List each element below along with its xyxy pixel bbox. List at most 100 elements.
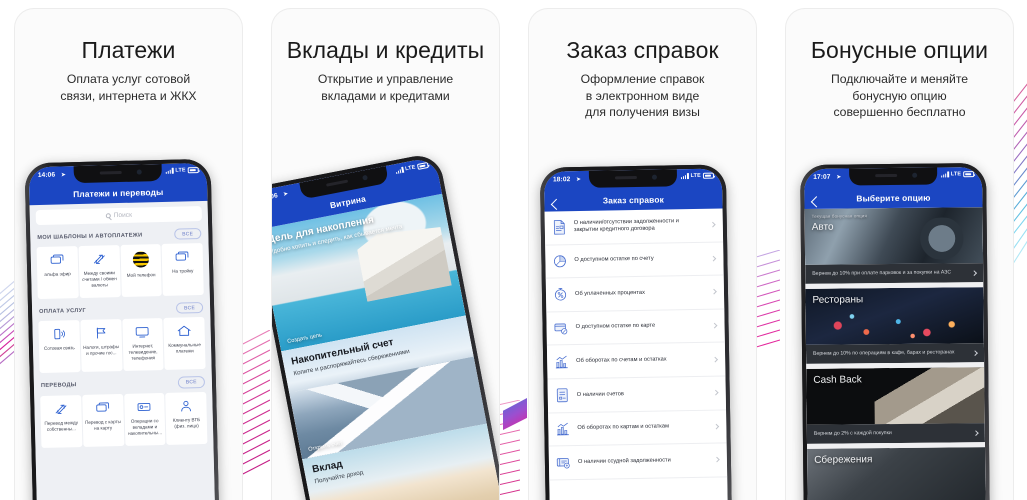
chevron-right-icon	[712, 390, 719, 396]
page-subtitle: Подключайте и меняйте бонусную опцию сов…	[830, 72, 969, 119]
page-subtitle: Оплата услуг сотовой связи, интернета и …	[60, 72, 197, 103]
search-icon	[105, 213, 111, 219]
tile-label: Сотовая связь	[43, 345, 75, 352]
status-time: 14:06	[37, 171, 56, 179]
chevron-right-icon	[711, 322, 718, 329]
cards-icon	[50, 254, 65, 267]
tile-label: Клиенту ВТБ (физ. лицо)	[172, 416, 201, 429]
tile-alfa-efir[interactable]: альфа эфир	[36, 246, 79, 300]
pie-chart-icon	[552, 253, 567, 269]
page-subtitle: Открытие и управление вкладами и кредита…	[317, 72, 454, 103]
chevron-right-icon	[972, 349, 978, 356]
bar-chart-icon	[554, 354, 569, 370]
bonus-card-title: Авто	[811, 221, 834, 233]
exchange-arrows-icon	[53, 402, 68, 415]
loan-icon	[556, 455, 571, 471]
tile-between-accounts[interactable]: Между своими счетами / обмен валюты	[78, 245, 121, 299]
cards-icon	[95, 401, 110, 414]
document-icon	[552, 219, 567, 235]
section-title: ОПЛАТА УСЛУГ	[39, 307, 87, 315]
chevron-right-icon	[711, 289, 717, 295]
carrier-label: LTE	[690, 172, 702, 180]
tile-label: Между своими счетами / обмен валюты	[82, 270, 117, 288]
tile-my-phone[interactable]: Мой телефон	[120, 244, 163, 298]
screenshot-panel-bonus-options: Бонусные опции Подключайте и меняйте бон…	[785, 8, 1014, 500]
navbar-title: Заказ справок	[602, 194, 665, 206]
page-title: Платежи	[81, 37, 176, 63]
list-item-label: О доступном остатке по карте	[575, 323, 656, 331]
list-item[interactable]: О наличии счетов	[547, 376, 727, 414]
page-title: Вклады и кредиты	[286, 37, 485, 63]
see-all-button[interactable]: ВСЕ	[177, 376, 206, 389]
battery-icon	[702, 173, 715, 179]
status-time: 18:02	[552, 175, 571, 183]
page-title: Заказ справок	[566, 37, 719, 63]
bonus-card-restaurants[interactable]: Рестораны Вернем до 10% по операциям в к…	[805, 287, 985, 364]
phone-notch	[849, 167, 938, 186]
bonus-card-desc: Вернем до 10% по операциям в кафе, барах…	[813, 349, 955, 357]
location-arrow-icon: ➤	[575, 176, 582, 184]
page-title: Бонусные опции	[810, 37, 989, 63]
bonus-card-desc: Вернем до 10% при оплате парковок и за п…	[812, 269, 952, 277]
tile-deposits[interactable]: Операции со вкладами и накопительны...	[123, 392, 166, 446]
tile-internet-tv[interactable]: Интернет, телевидение, телефония	[121, 318, 164, 372]
status-time: 17:07	[813, 173, 831, 181]
list-item-label: О доступном остатке по счету	[574, 255, 654, 264]
list-item[interactable]: Об оборотах по счетам и остатках	[546, 342, 726, 380]
list-item-label: Об оборотах по картам и остаткам	[577, 423, 670, 432]
signal-bars-icon	[165, 167, 174, 174]
phone-mockup: Заказ справок 18:02 ➤ LTE О наличии/отсу…	[539, 164, 733, 500]
tile-own-transfer[interactable]: Перевод между собственны...	[40, 394, 83, 448]
signal-bars-icon	[680, 173, 689, 180]
home-icon	[177, 325, 192, 338]
tile-card-to-card[interactable]: Перевод с карты на карту	[81, 393, 124, 447]
list-item-label: О наличии/отсутствии задолженности и зак…	[573, 218, 679, 234]
bonus-card-cashback[interactable]: Cash Back Вернем до 2% с каждой покупки	[806, 367, 985, 444]
location-arrow-icon: ➤	[282, 191, 289, 199]
card-percent-icon	[553, 320, 568, 336]
see-all-button[interactable]: ВСЕ	[175, 302, 204, 315]
certificates-list: О наличии/отсутствии задолженности и зак…	[544, 208, 729, 500]
battery-icon	[963, 171, 975, 178]
search-placeholder: Поиск	[113, 211, 133, 220]
list-item-label: О наличии счетов	[576, 390, 624, 398]
chevron-right-icon	[712, 356, 718, 363]
chevron-right-icon	[714, 457, 720, 463]
bonus-options-list: Текущая бонусная опция Авто Вернем до 10…	[804, 207, 986, 500]
list-item[interactable]: О наличии ссудной задолженности	[548, 443, 728, 481]
decorative-gradient-swatch-panel3	[503, 398, 527, 430]
list-item[interactable]: Об оборотах по картам и остаткам	[548, 410, 727, 447]
list-item[interactable]: О доступном остатке по счету	[545, 242, 724, 279]
tile-taxes[interactable]: Налоги, штрафы и прочие гос...	[80, 319, 123, 373]
list-item[interactable]: О доступном остатке по карте	[546, 309, 725, 346]
list-item-label: Об оборотах по счетам и остатках	[576, 356, 667, 365]
phone-notch	[73, 163, 162, 184]
tile-vtb-client[interactable]: Клиенту ВТБ (физ. лицо)	[165, 391, 208, 445]
phone-mockup: Платежи и переводы 14:06 ➤ LTE Поиск МОИ…	[24, 158, 220, 500]
tile-row-services: Сотовая связь Налоги, штрафы и прочие го…	[32, 317, 211, 374]
battery-icon	[187, 167, 199, 174]
tile-label: Интернет, телевидение, телефония	[128, 343, 158, 362]
tile-label: На тройку	[172, 268, 194, 274]
deposit-card-icon	[137, 400, 152, 413]
tile-utilities[interactable]: Коммунальные платежи	[163, 317, 206, 371]
section-title: ПЕРЕВОДЫ	[40, 382, 77, 389]
see-all-button[interactable]: ВСЕ	[174, 228, 202, 240]
phone-mockup: Выберите опцию 17:07 ➤ LTE Текущая бонус…	[800, 163, 990, 500]
tile-label: альфа эфир	[44, 271, 71, 278]
mobile-signal-icon	[51, 328, 66, 341]
tile-mobile[interactable]: Сотовая связь	[38, 320, 81, 374]
bonus-card-auto[interactable]: Текущая бонусная опция Авто Вернем до 10…	[804, 207, 984, 284]
payments-screen: Поиск МОИ ШАБЛОНЫ И АВТОПЛАТЕЖИ ВСЕ альф…	[29, 200, 216, 500]
screenshot-panel-payments: Платежи Оплата услуг сотовой связи, инте…	[14, 8, 243, 500]
bonus-card-title: Рестораны	[812, 294, 864, 306]
carrier-label: LTE	[175, 167, 186, 174]
list-item[interactable]: О наличии/отсутствии задолженности и зак…	[544, 208, 724, 246]
location-arrow-icon: ➤	[60, 172, 66, 179]
chevron-right-icon	[713, 423, 720, 430]
location-arrow-icon: ➤	[836, 174, 842, 181]
list-item[interactable]: Об уплаченных процентах	[545, 275, 725, 313]
bonus-card-savings[interactable]: Сбережения	[807, 447, 986, 500]
tile-troika[interactable]: На тройку	[161, 243, 204, 297]
tile-row-transfers: Перевод между собственны... Перевод с ка…	[34, 391, 213, 448]
